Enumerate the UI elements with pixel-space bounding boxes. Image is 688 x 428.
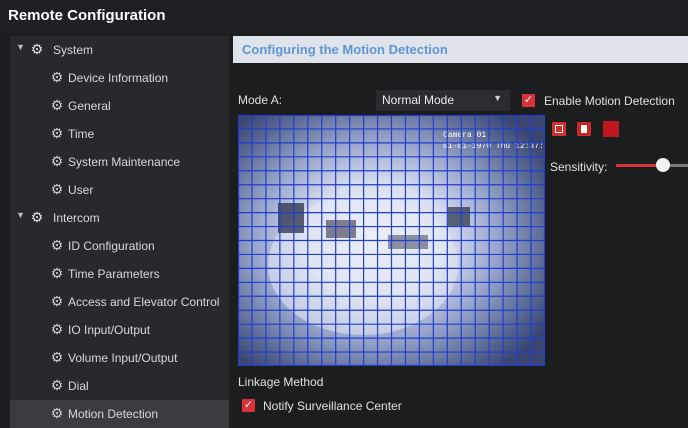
sidebar-item-label: IO Input/Output bbox=[68, 323, 151, 337]
expand-arrow-icon[interactable]: ▼ bbox=[16, 210, 25, 220]
enable-motion-label: Enable Motion Detection bbox=[544, 94, 675, 108]
sidebar: ▼ ⚙ System ⚙ Device Information ⚙ Genera… bbox=[10, 36, 229, 428]
clear-area-icon[interactable] bbox=[577, 122, 591, 136]
furniture-shape bbox=[448, 207, 470, 227]
sidebar-item-system-maintenance[interactable]: ⚙ System Maintenance bbox=[10, 148, 229, 176]
sidebar-item-label: Device Information bbox=[68, 71, 169, 85]
sidebar-item-user[interactable]: ⚙ User bbox=[10, 176, 229, 204]
sidebar-group-intercom[interactable]: ▼ ⚙ Intercom bbox=[10, 204, 229, 232]
sidebar-item-label: System Maintenance bbox=[68, 155, 181, 169]
sidebar-item-motion-detection[interactable]: ⚙ Motion Detection bbox=[10, 400, 229, 428]
sidebar-item-label: Access and Elevator Control bbox=[68, 295, 220, 309]
notify-center-label: Notify Surveillance Center bbox=[263, 399, 402, 413]
gear-icon: ⚙ bbox=[50, 377, 64, 393]
sidebar-item-label: General bbox=[68, 99, 111, 113]
sidebar-item-label: Motion Detection bbox=[68, 407, 159, 421]
sidebar-group-label: System bbox=[53, 43, 94, 57]
sidebar-group-system[interactable]: ▼ ⚙ System bbox=[10, 36, 229, 64]
app-title: Remote Configuration bbox=[8, 7, 166, 24]
title-bar: Remote Configuration bbox=[0, 0, 688, 33]
sidebar-item-label: User bbox=[68, 183, 94, 197]
gear-icon: ⚙ bbox=[50, 293, 64, 309]
sidebar-item-general[interactable]: ⚙ General bbox=[10, 92, 229, 120]
sidebar-item-time[interactable]: ⚙ Time bbox=[10, 120, 229, 148]
video-preview[interactable]: Camera 01 01-01-1970 Thu 12:37:28 bbox=[238, 115, 545, 366]
sidebar-item-device-information[interactable]: ⚙ Device Information bbox=[10, 64, 229, 92]
sidebar-group-label: Intercom bbox=[53, 211, 100, 225]
sidebar-item-label: Time bbox=[68, 127, 95, 141]
sensitivity-slider-thumb[interactable] bbox=[655, 158, 670, 172]
gear-icon: ⚙ bbox=[50, 153, 64, 169]
gear-group-icon: ⚙ bbox=[30, 209, 44, 225]
gear-icon: ⚙ bbox=[50, 181, 64, 197]
gear-group-icon: ⚙ bbox=[30, 41, 44, 57]
gear-icon: ⚙ bbox=[50, 321, 64, 337]
furniture-shape bbox=[278, 203, 304, 233]
mode-select-value: Normal Mode bbox=[382, 93, 455, 107]
gear-icon: ⚙ bbox=[50, 349, 64, 365]
sidebar-item-access-elevator-control[interactable]: ⚙ Access and Elevator Control bbox=[10, 288, 229, 316]
full-screen-area-icon[interactable] bbox=[603, 121, 619, 137]
sensitivity-label: Sensitivity: bbox=[550, 160, 608, 174]
section-header: Configuring the Motion Detection bbox=[233, 36, 688, 63]
gear-icon: ⚙ bbox=[50, 237, 64, 253]
motion-grid-canvas[interactable]: Camera 01 01-01-1970 Thu 12:37:28 bbox=[238, 115, 545, 366]
camera-overlay-name: Camera 01 bbox=[443, 131, 486, 140]
sidebar-item-label: ID Configuration bbox=[68, 239, 155, 253]
gear-icon: ⚙ bbox=[50, 265, 64, 281]
gear-icon: ⚙ bbox=[50, 97, 64, 113]
mode-select[interactable]: Normal Mode ▼ bbox=[376, 90, 510, 111]
page-title: Configuring the Motion Detection bbox=[242, 42, 448, 57]
sidebar-item-time-parameters[interactable]: ⚙ Time Parameters bbox=[10, 260, 229, 288]
sidebar-item-io-input-output[interactable]: ⚙ IO Input/Output bbox=[10, 316, 229, 344]
gear-icon: ⚙ bbox=[50, 405, 64, 421]
furniture-shape bbox=[326, 220, 356, 238]
gear-icon: ⚙ bbox=[50, 69, 64, 85]
notify-center-checkbox[interactable]: ✓ bbox=[242, 399, 255, 412]
sidebar-item-label: Time Parameters bbox=[68, 267, 160, 281]
main-panel: Configuring the Motion Detection Mode A:… bbox=[233, 36, 688, 422]
enable-motion-checkbox[interactable]: ✓ bbox=[522, 94, 535, 107]
sensitivity-slider[interactable] bbox=[616, 164, 688, 167]
chevron-down-icon: ▼ bbox=[493, 93, 502, 103]
linkage-method-label: Linkage Method bbox=[238, 375, 324, 389]
gear-icon: ⚙ bbox=[50, 125, 64, 141]
sidebar-item-dial[interactable]: ⚙ Dial bbox=[10, 372, 229, 400]
sidebar-item-label: Volume Input/Output bbox=[68, 351, 178, 365]
mode-label: Mode A: bbox=[238, 93, 283, 107]
draw-area-icon[interactable] bbox=[552, 122, 566, 136]
sidebar-item-volume-input-output[interactable]: ⚙ Volume Input/Output bbox=[10, 344, 229, 372]
furniture-shape bbox=[388, 235, 428, 249]
expand-arrow-icon[interactable]: ▼ bbox=[16, 42, 25, 52]
sidebar-item-id-configuration[interactable]: ⚙ ID Configuration bbox=[10, 232, 229, 260]
sidebar-item-label: Dial bbox=[68, 379, 89, 393]
